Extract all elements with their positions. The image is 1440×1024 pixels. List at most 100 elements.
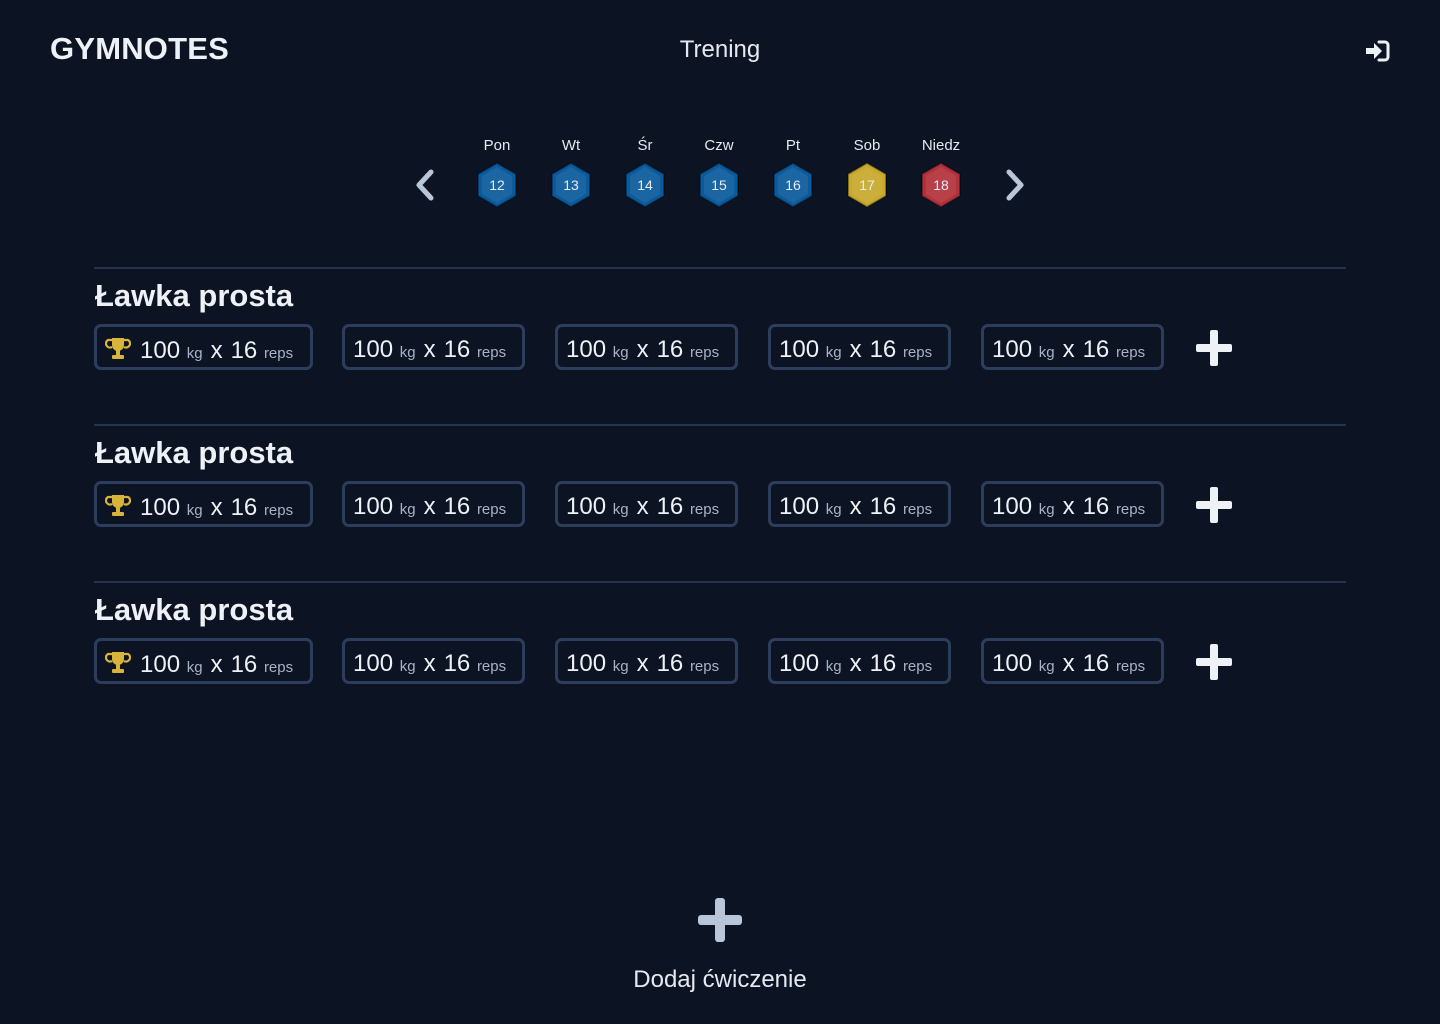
reps-unit: reps <box>263 502 294 519</box>
set-value: 100 kg x 16 reps <box>992 336 1145 364</box>
set-chip[interactable]: 100 kg x 16 reps <box>555 324 738 370</box>
set-chip[interactable]: 100 kg x 16 reps <box>981 481 1164 527</box>
day-number: 13 <box>563 177 579 193</box>
set-chip[interactable]: 100 kg x 16 reps <box>768 324 951 370</box>
reps-unit: reps <box>476 658 507 675</box>
reps-value: 16 <box>230 494 258 521</box>
weight-value: 100 <box>140 651 181 678</box>
add-exercise-button[interactable]: Dodaj ćwiczenie <box>560 890 880 1010</box>
weight-value: 100 <box>353 493 394 520</box>
set-value: 100 kg x 16 reps <box>566 336 719 364</box>
weight-value: 100 <box>353 336 394 363</box>
add-set-button[interactable] <box>1195 643 1233 681</box>
chevron-right-icon <box>1006 169 1024 201</box>
reps-unit: reps <box>902 344 933 361</box>
set-chip[interactable]: 100 kg x 16 reps <box>94 324 313 370</box>
weight-unit: kg <box>1038 344 1055 361</box>
reps-unit: reps <box>476 501 507 518</box>
reps-value: 16 <box>443 336 471 363</box>
weight-unit: kg <box>612 501 629 518</box>
set-chip[interactable]: 100 kg x 16 reps <box>768 481 951 527</box>
times-sign: x <box>210 494 223 521</box>
weight-value: 100 <box>992 336 1033 363</box>
set-value: 100 kg x 16 reps <box>353 493 506 521</box>
set-value: 100 kg x 16 reps <box>353 336 506 364</box>
day-number: 14 <box>637 177 653 193</box>
times-sign: x <box>636 336 649 363</box>
weight-value: 100 <box>992 493 1033 520</box>
sign-in-button[interactable] <box>1362 36 1392 66</box>
exercise-title[interactable]: Ławka prosta <box>95 592 293 628</box>
weight-unit: kg <box>399 658 416 675</box>
reps-unit: reps <box>689 501 720 518</box>
reps-unit: reps <box>263 659 294 676</box>
day-number: 15 <box>711 177 727 193</box>
times-sign: x <box>1062 650 1075 677</box>
reps-value: 16 <box>656 493 684 520</box>
weight-unit: kg <box>399 501 416 518</box>
divider <box>94 424 1346 426</box>
reps-value: 16 <box>230 651 258 678</box>
set-chip[interactable]: 100 kg x 16 reps <box>342 481 525 527</box>
exercise-title[interactable]: Ławka prosta <box>95 278 293 314</box>
exercise-block: Ławka prosta 100 kg x 16 reps 100 kg x 16 reps… <box>94 267 1346 417</box>
times-sign: x <box>423 336 436 363</box>
weight-unit: kg <box>825 344 842 361</box>
times-sign: x <box>210 337 223 364</box>
set-value: 100 kg x 16 reps <box>353 650 506 678</box>
times-sign: x <box>1062 493 1075 520</box>
set-chip[interactable]: 100 kg x 16 reps <box>555 638 738 684</box>
weight-unit: kg <box>825 501 842 518</box>
reps-unit: reps <box>902 658 933 675</box>
chevron-left-icon <box>416 169 434 201</box>
weight-unit: kg <box>825 658 842 675</box>
set-chip[interactable]: 100 kg x 16 reps <box>981 638 1164 684</box>
trophy-icon <box>105 338 131 359</box>
day-6[interactable]: Niedz 18 <box>904 130 978 220</box>
day-0[interactable]: Pon 12 <box>460 130 534 220</box>
set-chip[interactable]: 100 kg x 16 reps <box>94 481 313 527</box>
set-chip[interactable]: 100 kg x 16 reps <box>94 638 313 684</box>
weight-value: 100 <box>779 493 820 520</box>
day-4[interactable]: Pt 16 <box>756 130 830 220</box>
previous-week-button[interactable] <box>412 168 438 202</box>
set-chip[interactable]: 100 kg x 16 reps <box>342 324 525 370</box>
add-set-button[interactable] <box>1195 486 1233 524</box>
day-label: Niedz <box>921 137 961 154</box>
weight-value: 100 <box>566 493 607 520</box>
set-value: 100 kg x 16 reps <box>779 336 932 364</box>
set-chip[interactable]: 100 kg x 16 reps <box>555 481 738 527</box>
set-chip[interactable]: 100 kg x 16 reps <box>981 324 1164 370</box>
reps-value: 16 <box>1082 493 1110 520</box>
day-number: 16 <box>785 177 801 193</box>
set-chip[interactable]: 100 kg x 16 reps <box>342 638 525 684</box>
set-value: 100 kg x 16 reps <box>992 650 1145 678</box>
week-selector: Pon 12 Wt 13 Śr 14 Czw 15 Pt 16 Sob 17 Niedz 18 <box>400 130 1040 220</box>
reps-unit: reps <box>689 658 720 675</box>
reps-unit: reps <box>1115 658 1146 675</box>
times-sign: x <box>423 493 436 520</box>
weight-value: 100 <box>140 337 181 364</box>
reps-unit: reps <box>1115 501 1146 518</box>
times-sign: x <box>849 650 862 677</box>
set-value: 100 kg x 16 reps <box>566 493 719 521</box>
day-2[interactable]: Śr 14 <box>608 130 682 220</box>
reps-value: 16 <box>1082 336 1110 363</box>
add-set-button[interactable] <box>1195 329 1233 367</box>
day-3[interactable]: Czw 15 <box>682 130 756 220</box>
exercise-title[interactable]: Ławka prosta <box>95 435 293 471</box>
weight-value: 100 <box>992 650 1033 677</box>
weight-value: 100 <box>779 650 820 677</box>
set-value: 100 kg x 16 reps <box>992 493 1145 521</box>
day-5[interactable]: Sob 17 <box>830 130 904 220</box>
weight-value: 100 <box>140 494 181 521</box>
day-label: Pon <box>483 137 511 154</box>
day-1[interactable]: Wt 13 <box>534 130 608 220</box>
exercise-block: Ławka prosta 100 kg x 16 reps 100 kg x 16 reps… <box>94 424 1346 574</box>
weight-value: 100 <box>779 336 820 363</box>
set-chip[interactable]: 100 kg x 16 reps <box>768 638 951 684</box>
reps-value: 16 <box>869 650 897 677</box>
next-week-button[interactable] <box>1002 168 1028 202</box>
trophy-icon <box>105 495 131 516</box>
reps-value: 16 <box>869 336 897 363</box>
